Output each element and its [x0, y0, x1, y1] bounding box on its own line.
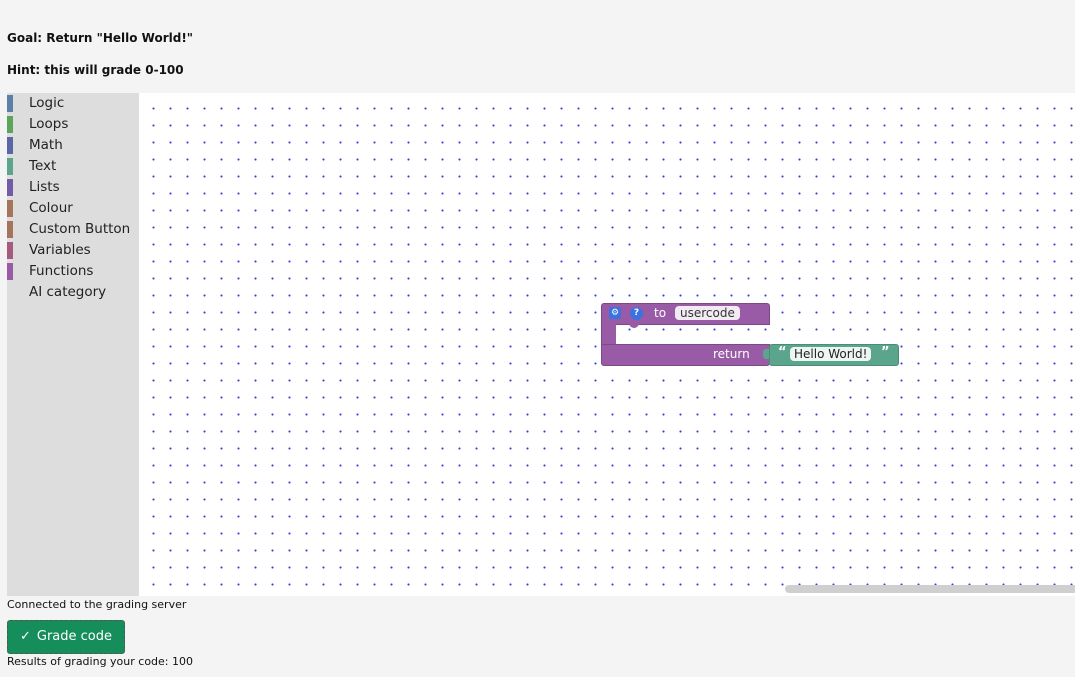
category-color-swatch: [7, 116, 13, 133]
category-label: AI category: [29, 284, 107, 300]
toolbox-category-text[interactable]: Text: [7, 156, 139, 177]
toolbox: Logic Loops Math Text Lists Colour Custo…: [7, 93, 139, 596]
help-icon[interactable]: ?: [630, 307, 643, 320]
category-label: Functions: [29, 263, 94, 279]
goal-text: Goal: Return "Hello World!": [7, 31, 194, 45]
category-color-swatch: [7, 95, 13, 112]
hint-text: Hint: this will grade 0-100: [7, 63, 184, 77]
category-color-swatch: [7, 158, 13, 175]
horizontal-scrollbar[interactable]: [785, 585, 1075, 593]
check-icon: ✓: [19, 629, 31, 644]
category-color-swatch: [7, 200, 13, 217]
toolbox-category-math[interactable]: Math: [7, 135, 139, 156]
category-label: Lists: [29, 179, 60, 195]
grade-button-label: Grade code: [36, 629, 113, 644]
function-name-field[interactable]: usercode: [675, 306, 740, 320]
category-label: Variables: [29, 242, 91, 258]
category-color-swatch: [7, 137, 13, 154]
function-block-arm: [601, 323, 616, 345]
category-label: Colour: [29, 200, 73, 216]
category-label: Loops: [29, 116, 69, 132]
toolbox-category-logic[interactable]: Logic: [7, 93, 139, 114]
category-color-swatch: [7, 221, 13, 238]
category-label: Custom Button: [29, 221, 131, 237]
toolbox-category-functions[interactable]: Functions: [7, 261, 139, 282]
text-value-field[interactable]: Hello World!: [790, 347, 872, 361]
toolbox-category-lists[interactable]: Lists: [7, 177, 139, 198]
connection-status: Connected to the grading server: [7, 598, 187, 611]
category-label: Text: [29, 158, 57, 174]
toolbox-category-colour[interactable]: Colour: [7, 198, 139, 219]
toolbox-category-custom-button[interactable]: Custom Button: [7, 219, 139, 240]
close-quote-icon: ”: [881, 345, 890, 360]
category-label: Logic: [29, 95, 65, 111]
open-quote-icon: “: [778, 345, 787, 360]
function-to-label: to: [654, 306, 667, 320]
gear-icon[interactable]: ⚙: [609, 307, 621, 319]
toolbox-category-variables[interactable]: Variables: [7, 240, 139, 261]
function-return-label: return: [713, 347, 750, 361]
blockly-workspace: Logic Loops Math Text Lists Colour Custo…: [7, 93, 1075, 596]
category-color-swatch: [7, 179, 13, 196]
grade-code-button[interactable]: ✓ Grade code: [7, 620, 125, 654]
statement-notch: [629, 323, 639, 328]
toolbox-category-loops[interactable]: Loops: [7, 114, 139, 135]
category-color-swatch: [7, 263, 13, 280]
toolbox-category-ai[interactable]: AI category: [7, 282, 139, 303]
category-color-swatch: [7, 242, 13, 259]
grading-results: Results of grading your code: 100: [7, 655, 194, 668]
category-label: Math: [29, 137, 63, 153]
workspace-canvas[interactable]: ⚙ ? to usercode return “ Hello World! ”: [139, 93, 1075, 596]
